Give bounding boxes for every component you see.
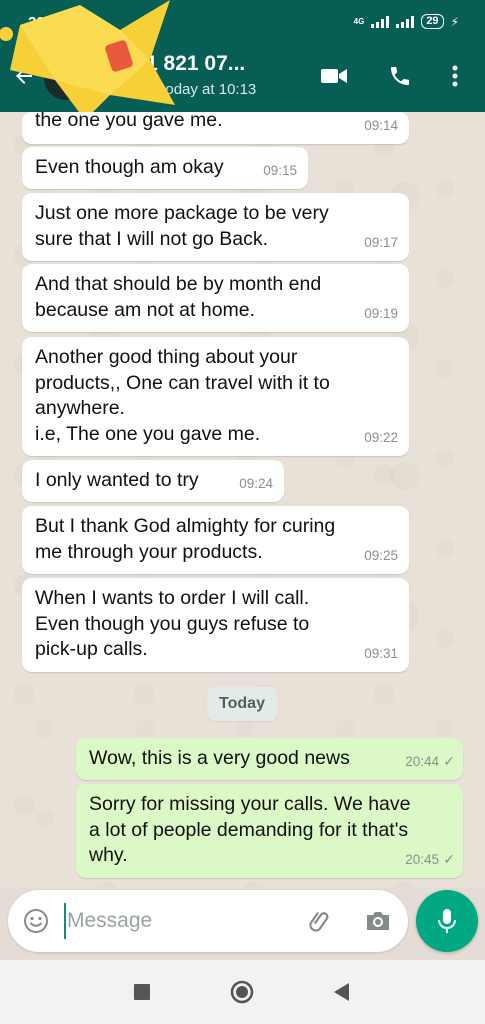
signal-icon-2 [396, 15, 415, 28]
delivered-check-icon: ✓ [443, 850, 455, 867]
message-bubble-incoming[interactable]: When I wants to order I will call. Even … [22, 578, 409, 672]
message-time: 09:14 [364, 117, 398, 133]
message-text: When I wants to order I will call. Even … [35, 587, 310, 660]
message-text: But I thank God almighty for curing me t… [35, 515, 336, 563]
message-time: 09:22 [364, 429, 398, 445]
chat-area[interactable]: the one you gave me. 09:14 Even though a… [0, 112, 485, 888]
message-bubble-incoming[interactable]: I only wanted to try 09:24 [22, 460, 284, 502]
date-divider: Today [207, 687, 277, 721]
chat-toolbar: 1 821 07... een today at 10:13 [0, 44, 485, 112]
message-bubble-incoming[interactable]: the one you gave me. 09:14 [22, 112, 409, 144]
message-text: Sorry for missing your calls. We have a … [89, 793, 411, 866]
attach-icon[interactable] [304, 905, 336, 937]
back-arrow-icon[interactable] [8, 60, 40, 92]
status-indicators: 4G 29 ⚡ [354, 14, 459, 29]
message-time: 09:19 [364, 305, 398, 321]
message-time: 09:31 [364, 645, 398, 661]
charging-icon: ⚡ [450, 14, 459, 29]
message-bubble-outgoing[interactable]: Wow, this is a very good news 20:44 ✓ [76, 738, 463, 780]
message-bubble-incoming[interactable]: And that should be by month end because … [22, 264, 409, 332]
message-text: Just one more package to be very sure th… [35, 202, 329, 250]
emoji-icon[interactable] [20, 905, 52, 937]
message-bubble-outgoing[interactable]: Sorry for missing your calls. We have a … [76, 784, 463, 878]
message-composer [8, 890, 408, 952]
delivered-check-icon: ✓ [443, 752, 455, 769]
voice-call-icon[interactable] [382, 58, 418, 94]
recents-icon[interactable] [126, 976, 158, 1008]
message-time: 09:15 [263, 162, 297, 178]
avatar[interactable] [44, 56, 88, 100]
message-bubble-incoming[interactable]: Even though am okay 09:15 [22, 147, 308, 189]
system-nav-bar [0, 960, 485, 1024]
signal-icon [371, 15, 390, 28]
message-text: I only wanted to try [35, 469, 199, 491]
message-time: 09:25 [364, 547, 398, 563]
more-options-icon[interactable] [437, 58, 473, 94]
last-seen-status: een today at 10:13 [132, 81, 257, 98]
mic-icon[interactable] [416, 890, 478, 952]
network-type: 4G [353, 17, 365, 26]
message-text: And that should be by month end because … [35, 273, 322, 321]
message-time: 09:24 [239, 475, 273, 491]
status-bar: 20:45 4G 29 ⚡ [0, 0, 485, 44]
message-input[interactable] [64, 903, 294, 939]
battery-level: 29 [421, 14, 444, 29]
message-bubble-incoming[interactable]: Just one more package to be very sure th… [22, 193, 409, 261]
message-bubble-incoming[interactable]: But I thank God almighty for curing me t… [22, 506, 409, 574]
back-icon[interactable] [326, 976, 358, 1008]
contact-name[interactable]: 1 821 07... [146, 52, 245, 76]
camera-icon[interactable] [362, 905, 394, 937]
message-time: 20:45 [405, 851, 439, 867]
chat-header: 20:45 4G 29 ⚡ 1 821 07... een today at 1… [0, 0, 485, 120]
home-icon[interactable] [226, 976, 258, 1008]
message-text: Another good thing about your products,,… [35, 346, 330, 445]
message-time: 20:44 [405, 753, 439, 769]
message-text: Even though am okay [35, 156, 224, 178]
video-call-icon[interactable] [316, 58, 352, 94]
message-text: Wow, this is a very good news [89, 747, 350, 769]
message-time: 09:17 [364, 234, 398, 250]
message-bubble-incoming[interactable]: Another good thing about your products,,… [22, 337, 409, 456]
message-text: the one you gave me. [35, 112, 223, 131]
status-time: 20:45 [28, 14, 67, 31]
